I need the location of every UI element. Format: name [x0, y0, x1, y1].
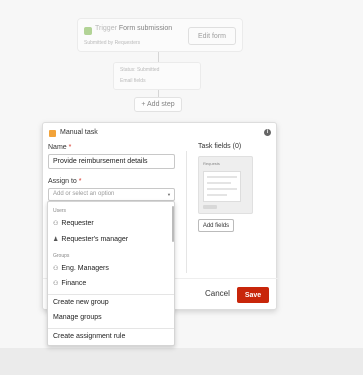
group-icon: ⚇	[53, 266, 59, 272]
assign-to-dropdown: Users ⚇ Requester ♟ Requester's manager Gr…	[47, 201, 175, 346]
trigger-name: Form submission	[118, 25, 173, 32]
dropdown-item-eng-managers[interactable]: ⚇ Eng. Managers	[53, 265, 109, 272]
edit-form-button[interactable]: Edit form	[188, 27, 236, 45]
preview-button	[203, 205, 217, 209]
preview-label: Requests	[203, 161, 220, 166]
users-group-label: Users	[53, 208, 67, 214]
trigger-title: Trigger Form submission	[95, 25, 172, 32]
create-assignment-rule-item[interactable]: Create assignment rule	[53, 333, 125, 340]
column-divider	[186, 151, 187, 273]
add-step-button[interactable]: + Add step	[134, 97, 182, 112]
preview-row	[207, 188, 237, 190]
name-label: Name *	[48, 144, 72, 151]
preview-row	[207, 176, 237, 178]
connector-line	[158, 90, 159, 97]
chevron-down-icon: ▼	[167, 192, 171, 197]
save-button[interactable]: Save	[237, 287, 269, 303]
trigger-prefix: Trigger	[95, 25, 117, 32]
user-icon: ⚇	[53, 221, 59, 227]
dropdown-divider	[48, 328, 174, 329]
status-card[interactable]: Status: Submitted Email fields	[113, 62, 201, 90]
preview-form-box	[203, 171, 241, 202]
cancel-button[interactable]: Cancel	[205, 289, 230, 298]
trigger-subtitle: Submitted by Requesters	[84, 40, 141, 46]
info-icon[interactable]: i	[264, 129, 271, 136]
trigger-card[interactable]: Trigger Form submission Submitted by Req…	[77, 18, 243, 52]
dropdown-scrollbar[interactable]	[172, 206, 174, 242]
modal-title: Manual task	[60, 129, 98, 136]
required-mark: *	[68, 144, 72, 151]
assign-placeholder: Add or select an option	[53, 191, 115, 197]
groups-group-label: Groups	[53, 253, 70, 259]
required-mark: *	[78, 178, 82, 185]
assign-to-select[interactable]: Add or select an option ▼	[48, 188, 175, 201]
dropdown-item-finance[interactable]: ⚇ Finance	[53, 280, 86, 287]
connector-line	[158, 52, 159, 62]
task-icon	[49, 130, 56, 137]
assign-to-label: Assign to *	[48, 178, 82, 185]
manage-groups-item[interactable]: Manage groups	[53, 314, 102, 321]
add-fields-button[interactable]: Add fields	[198, 219, 234, 232]
preview-row	[207, 194, 227, 196]
dropdown-item-requesters-manager[interactable]: ♟ Requester's manager	[53, 236, 128, 243]
user-icon: ♟	[53, 237, 59, 243]
dropdown-divider	[48, 294, 174, 295]
dropdown-item-requester[interactable]: ⚇ Requester	[53, 220, 94, 227]
group-icon: ⚇	[53, 281, 59, 287]
email-fields-line: Email fields	[120, 78, 146, 84]
form-preview: Requests	[198, 156, 253, 214]
name-input[interactable]: Provide reimbursement details	[48, 154, 175, 169]
preview-row	[207, 182, 231, 184]
status-line: Status: Submitted	[120, 67, 160, 73]
trigger-icon	[84, 27, 92, 35]
canvas-footer	[0, 348, 363, 375]
create-new-group-item[interactable]: Create new group	[53, 299, 109, 306]
task-fields-label: Task fields (0)	[198, 143, 242, 150]
